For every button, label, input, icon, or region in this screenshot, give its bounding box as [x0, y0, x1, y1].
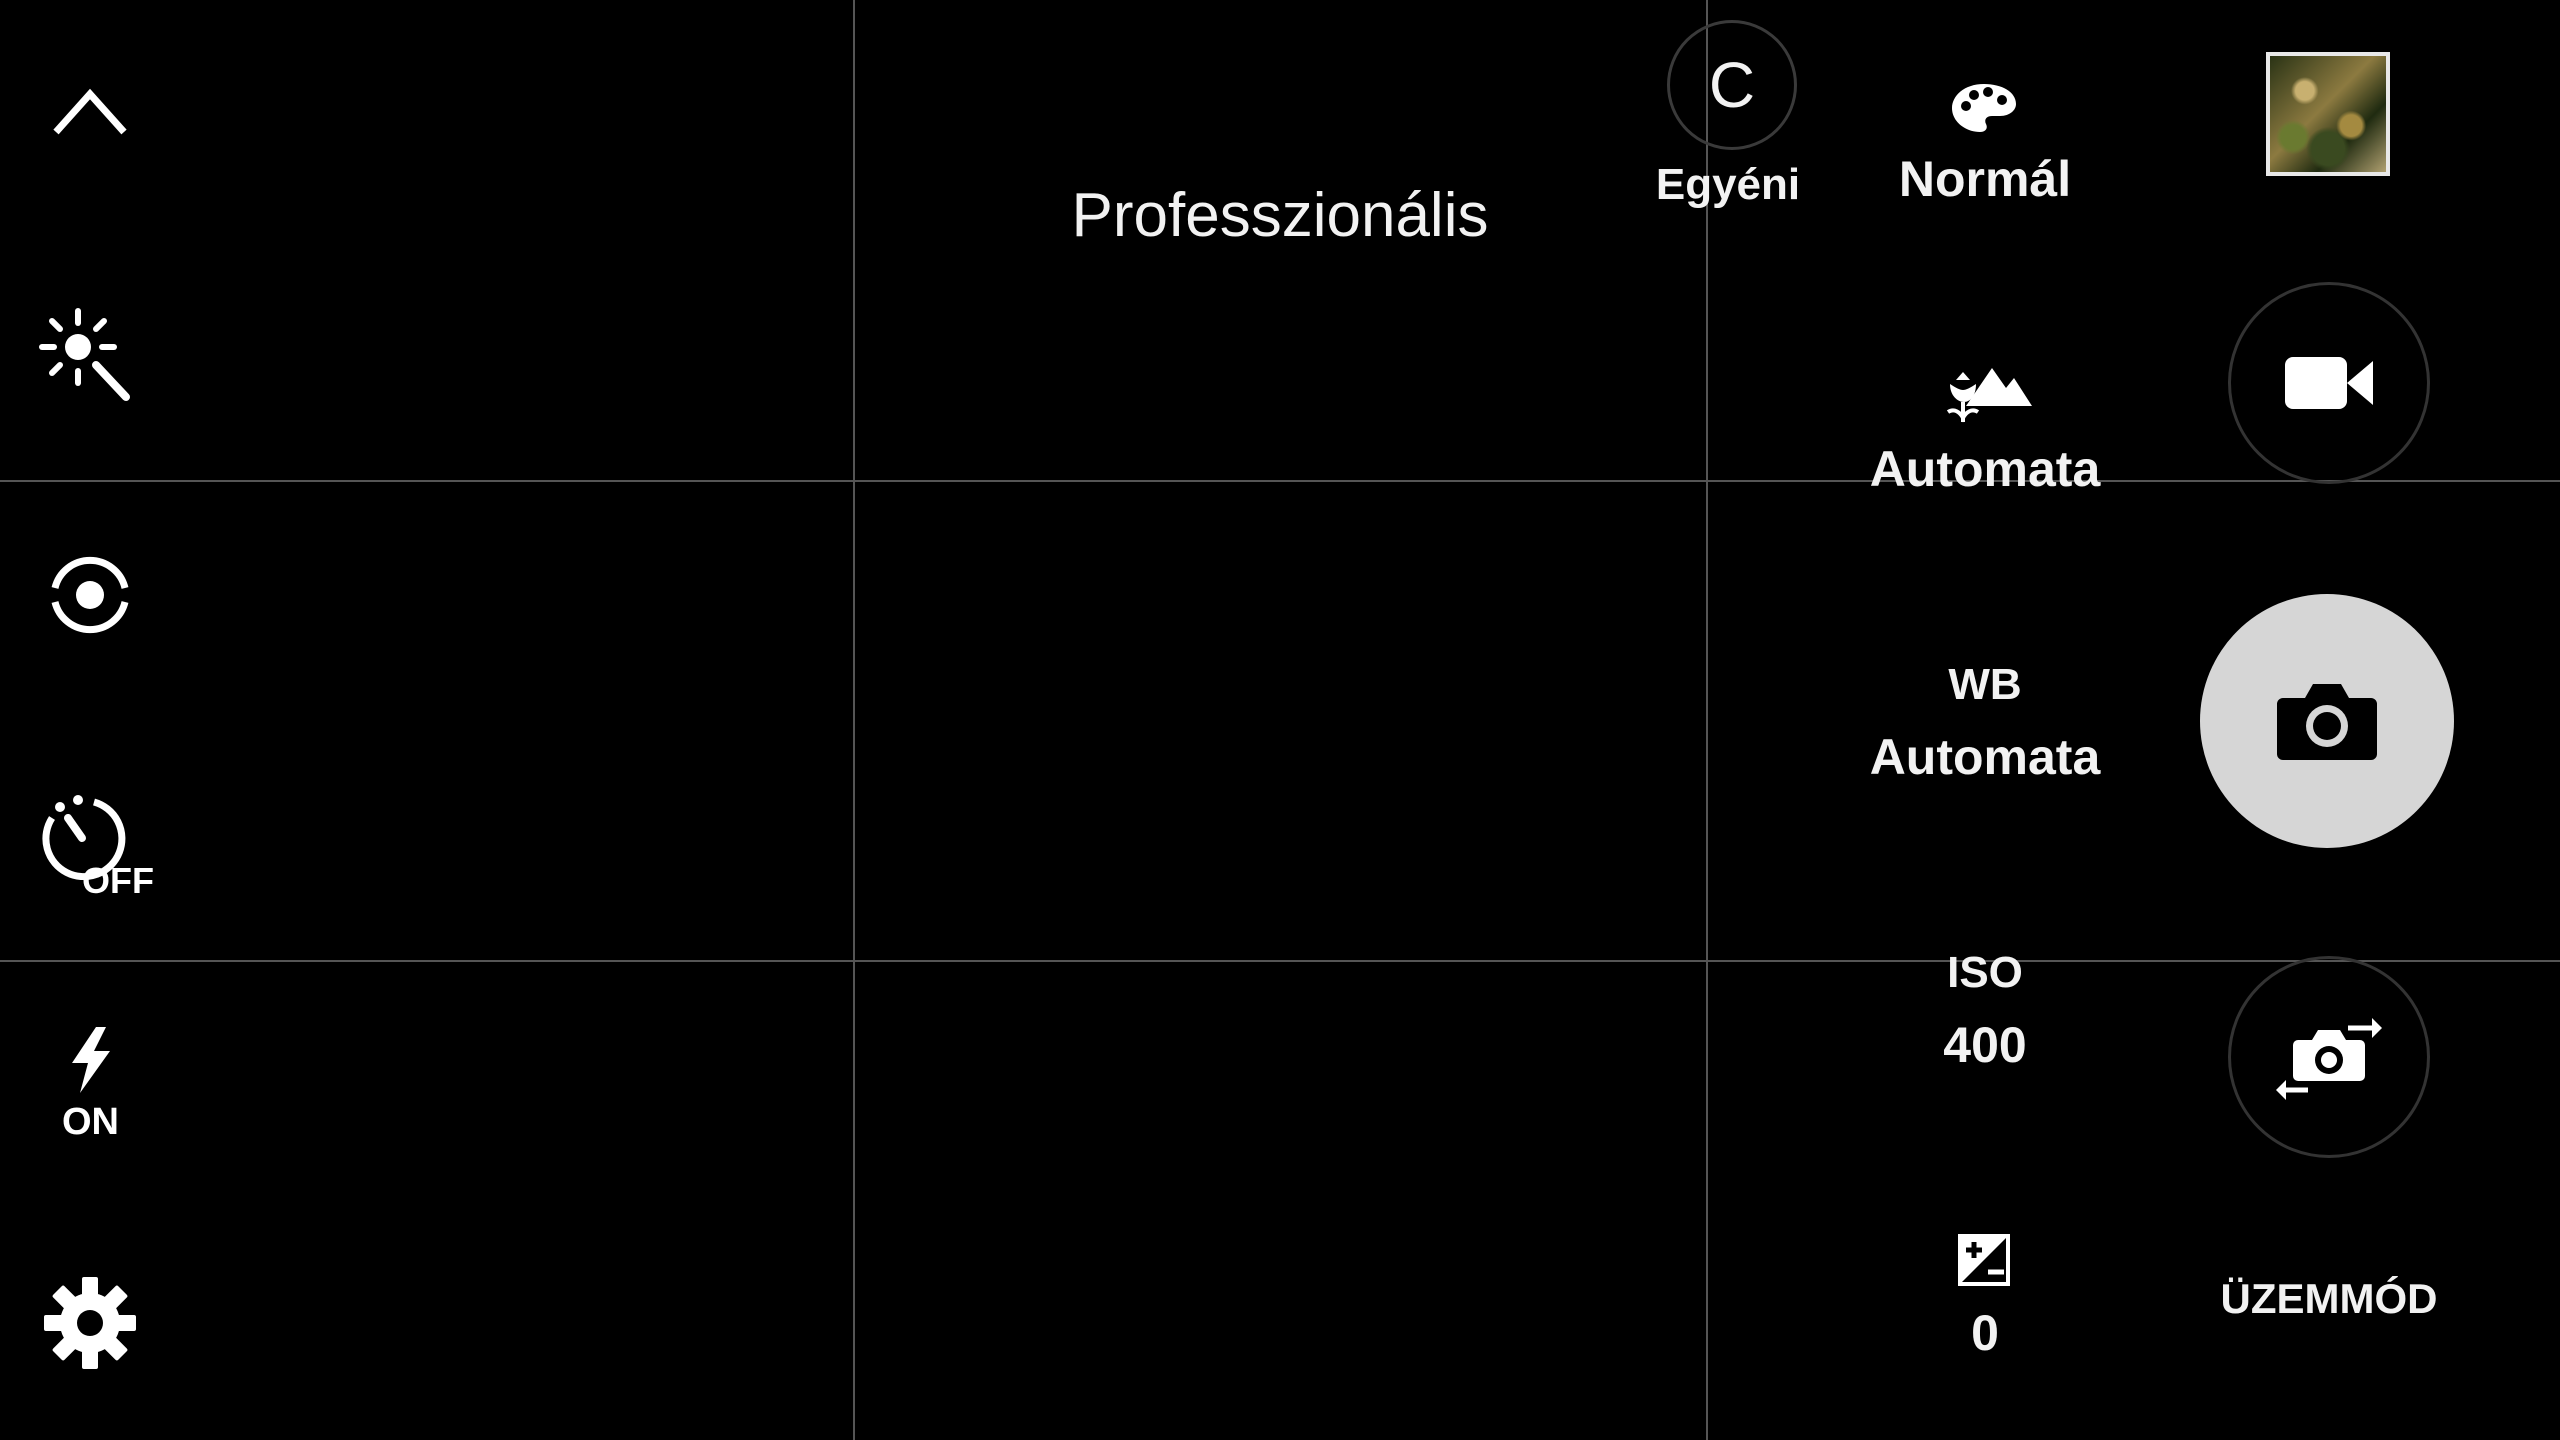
shutter-button[interactable] — [2200, 594, 2454, 848]
color-palette-icon[interactable] — [1950, 82, 2018, 134]
grid-line-vertical-1 — [853, 0, 855, 1440]
collapse-chevron-up-icon[interactable] — [50, 80, 130, 140]
custom-mode-button[interactable]: C — [1667, 20, 1797, 150]
switch-camera-icon — [2276, 1018, 2382, 1100]
iso-title: ISO — [1947, 948, 2023, 997]
metering-mode-icon[interactable] — [45, 550, 135, 640]
grid-line-horizontal-2 — [0, 960, 2560, 962]
exposure-value[interactable]: 0 — [1885, 1304, 2085, 1362]
exposure-compensation-icon[interactable] — [1958, 1234, 2010, 1286]
flash-status-label: ON — [62, 1101, 119, 1143]
iso-value[interactable]: 400 — [1885, 1016, 2085, 1074]
video-camera-icon — [2285, 357, 2373, 409]
gallery-thumbnail[interactable] — [2266, 52, 2390, 176]
grid-line-horizontal-1 — [0, 480, 2560, 482]
switch-camera-button[interactable] — [2228, 956, 2430, 1158]
flash-icon[interactable] — [66, 1025, 116, 1095]
focus-mode-icon[interactable] — [1944, 360, 2034, 426]
focus-value[interactable]: Automata — [1835, 440, 2135, 498]
settings-gear-icon[interactable] — [42, 1275, 138, 1371]
timer-status-label: OFF — [82, 860, 154, 901]
mode-button[interactable]: ÜZEMMÓD — [2179, 1275, 2479, 1323]
custom-mode-letter: C — [1708, 49, 1756, 121]
white-balance-title: WB — [1948, 660, 2022, 709]
custom-mode-label: Egyéni — [1655, 160, 1801, 209]
camera-icon — [2277, 684, 2377, 760]
record-video-button[interactable] — [2228, 282, 2430, 484]
grid-line-vertical-2 — [1706, 0, 1708, 1440]
color-tone-value[interactable]: Normál — [1835, 150, 2135, 208]
white-balance-value[interactable]: Automata — [1835, 728, 2135, 786]
effects-magic-wand-icon[interactable] — [36, 305, 136, 405]
mode-title: Professzionális — [1071, 181, 1489, 250]
